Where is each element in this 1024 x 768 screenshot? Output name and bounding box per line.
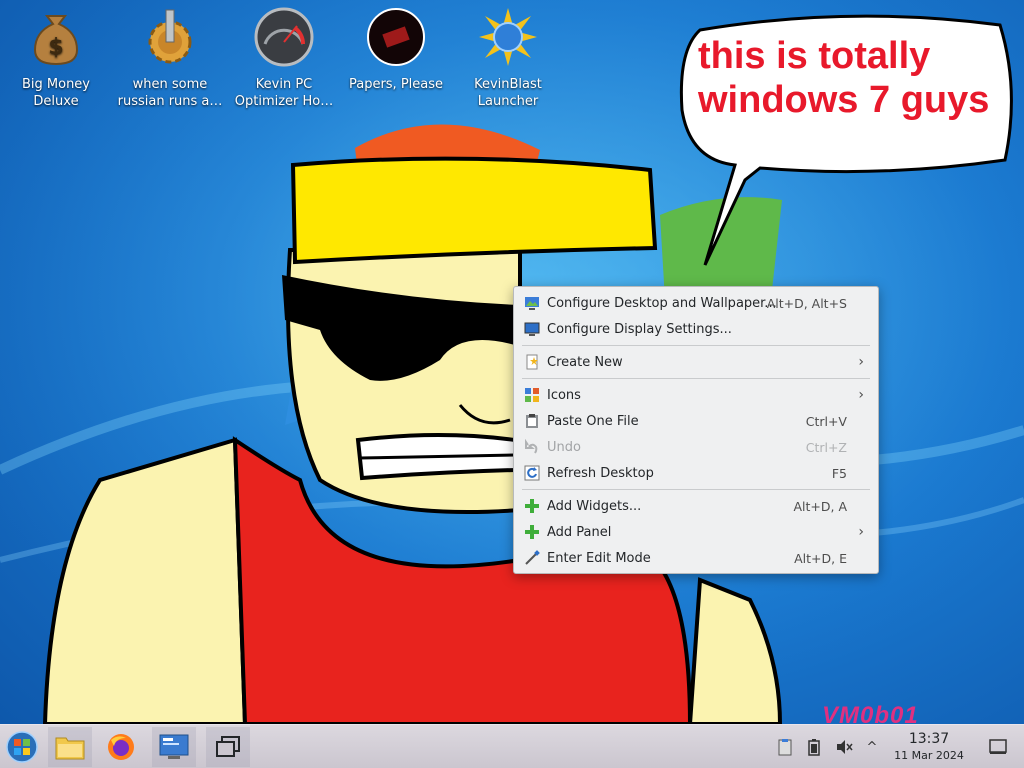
menu-item-shortcut: Alt+D, A [793, 498, 847, 514]
paste-icon [524, 413, 540, 429]
menu-item-shortcut: Alt+D, Alt+S [766, 295, 847, 311]
show-desktop-button[interactable] [988, 737, 1008, 757]
icons-icon [524, 387, 540, 403]
menu-item-edit-mode[interactable]: Enter Edit Mode Alt+D, E [514, 545, 878, 571]
firefox-icon [108, 734, 134, 760]
menu-item-paste[interactable]: Paste One File Ctrl+V [514, 408, 878, 434]
file-manager-button[interactable] [48, 727, 92, 767]
svg-text:$: $ [48, 35, 63, 60]
window-switcher-button[interactable] [206, 727, 250, 767]
submenu-arrow-icon: › [858, 524, 864, 540]
display-settings-icon [524, 321, 540, 337]
desktop-icon-label: Kevin PC Optimizer Ho… [234, 77, 334, 109]
clock-time[interactable]: 13:37 [888, 731, 970, 747]
folder-icon [55, 737, 85, 760]
refresh-icon [524, 465, 540, 481]
system-settings-button[interactable] [152, 727, 196, 767]
show-desktop-icon [989, 739, 1007, 754]
menu-item-add-widgets[interactable]: Add Widgets... Alt+D, A [514, 493, 878, 519]
desktop-icon-kevinblast-launcher[interactable]: KevinBlast Launcher [452, 6, 564, 110]
start-button[interactable] [0, 727, 44, 767]
desktop-icon-label: Big Money Deluxe [21, 77, 90, 109]
menu-item-label: Refresh Desktop [547, 465, 654, 481]
desktop-icon-kevin-pc-optimizer[interactable]: Kevin PC Optimizer Ho… [228, 6, 340, 110]
settings-icon [159, 734, 189, 759]
menu-item-undo[interactable]: Undo Ctrl+Z [514, 434, 878, 460]
menu-item-label: Icons [547, 387, 581, 403]
desktop-icon-papers-please[interactable]: Papers, Please [340, 6, 452, 93]
battery-icon[interactable] [804, 737, 824, 757]
menu-separator [522, 378, 870, 379]
submenu-arrow-icon: › [858, 387, 864, 403]
menu-item-shortcut: F5 [831, 465, 847, 481]
clock-date[interactable]: 11 Mar 2024 [888, 749, 970, 762]
clipboard-icon[interactable] [775, 737, 795, 757]
menu-item-label: Create New [547, 354, 623, 370]
undo-icon [524, 439, 540, 455]
desktop-icon-big-money-deluxe[interactable]: $ Big Money Deluxe [0, 6, 112, 110]
menu-separator [522, 489, 870, 490]
desktop-icon-label: KevinBlast Launcher [474, 77, 542, 109]
speech-bubble-text: this is totally windows 7 guys [698, 35, 990, 121]
desktop-icon-label: when some russian runs a… [117, 77, 223, 109]
desktop-icon-label: Papers, Please [348, 77, 444, 92]
menu-item-refresh[interactable]: Refresh Desktop F5 [514, 460, 878, 486]
desktop-icon-russian-runs[interactable]: when some russian runs a… [114, 6, 226, 110]
money-bag-icon: $ [33, 15, 79, 66]
menu-item-shortcut: Ctrl+V [805, 413, 847, 429]
configure-desktop-icon [524, 295, 540, 311]
submenu-arrow-icon: › [858, 354, 864, 370]
add-icon [524, 524, 540, 540]
windows-orb-icon [6, 731, 38, 763]
stamp-icon [367, 8, 425, 66]
gear-icon [148, 9, 192, 64]
menu-item-label: Add Panel [547, 524, 612, 540]
windows-overview-icon [216, 736, 240, 757]
menu-item-shortcut: Alt+D, E [794, 550, 847, 566]
starburst-globe-icon [479, 8, 537, 66]
menu-item-label: Configure Display Settings... [547, 321, 732, 337]
menu-item-configure-desktop[interactable]: Configure Desktop and Wallpaper... Alt+D… [514, 290, 878, 316]
firefox-button[interactable] [99, 727, 143, 767]
menu-item-configure-display[interactable]: Configure Display Settings... [514, 316, 878, 342]
taskbar: ^ 13:37 11 Mar 2024 [0, 724, 1024, 768]
menu-separator [522, 345, 870, 346]
volume-muted-icon[interactable] [834, 737, 854, 757]
menu-item-add-panel[interactable]: Add Panel › [514, 519, 878, 545]
menu-item-icons[interactable]: Icons › [514, 382, 878, 408]
desktop-context-menu: Configure Desktop and Wallpaper... Alt+D… [513, 286, 879, 574]
menu-item-shortcut: Ctrl+Z [805, 439, 847, 455]
edit-mode-icon [524, 550, 540, 566]
tray-expand-arrow[interactable]: ^ [862, 737, 882, 757]
create-new-icon [524, 354, 540, 370]
add-icon [524, 498, 540, 514]
gauge-icon [254, 7, 314, 67]
menu-item-create-new[interactable]: Create New › [514, 349, 878, 375]
